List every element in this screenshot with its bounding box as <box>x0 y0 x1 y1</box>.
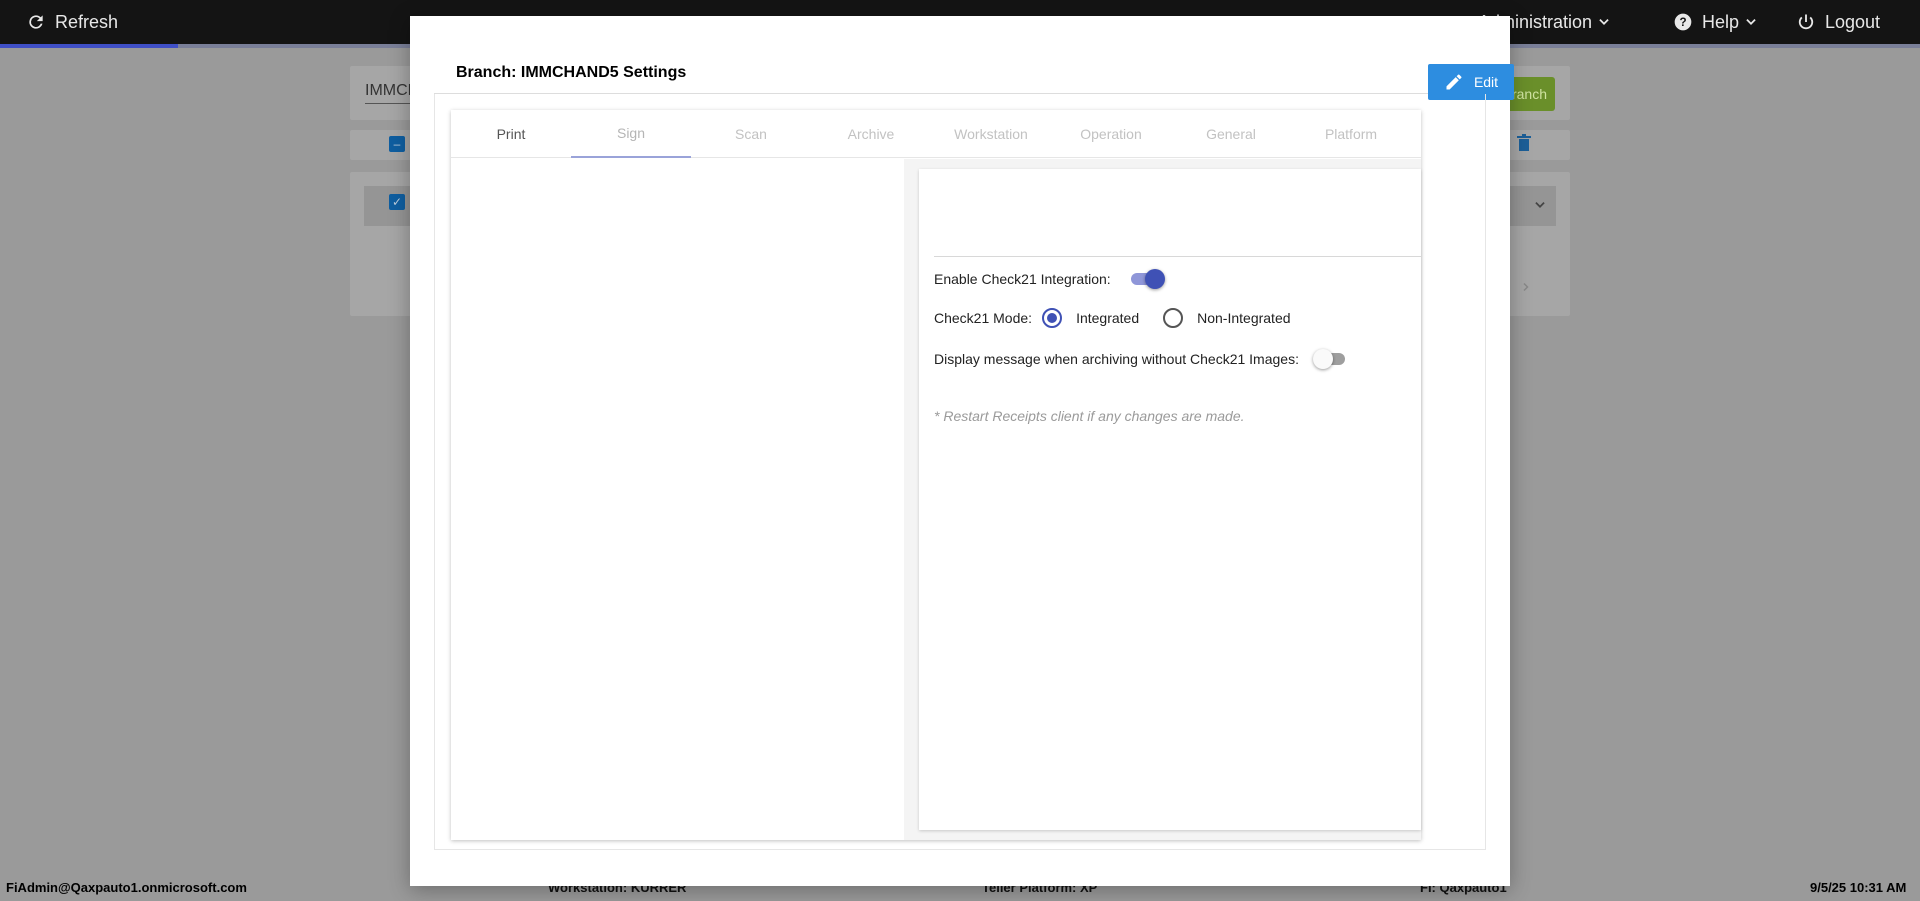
help-menu[interactable]: ? Help <box>1673 0 1758 44</box>
select-all-checkbox[interactable]: – <box>389 136 405 152</box>
radio-circle <box>1163 308 1184 328</box>
row-checkbox[interactable]: ✓ <box>389 194 405 210</box>
radio-integrated-label: Integrated <box>1076 310 1140 326</box>
radio-non-integrated-label: Non-Integrated <box>1197 310 1291 326</box>
logout-button[interactable]: Logout <box>1796 0 1880 44</box>
check21-mode-row: Check21 Mode: Integrated Non-Integrated <box>934 308 1291 328</box>
divider <box>934 256 1421 257</box>
toggle-knob <box>1312 349 1333 369</box>
tab-scan[interactable]: Scan <box>691 110 811 158</box>
chevron-down-icon <box>1746 19 1756 25</box>
help-label: Help <box>1702 11 1740 32</box>
tab-sign[interactable]: Sign <box>571 110 691 158</box>
delete-icon[interactable] <box>1517 134 1531 152</box>
settings-left-pane <box>451 159 904 840</box>
refresh-icon <box>29 15 43 29</box>
edit-label: Edit <box>1473 74 1499 90</box>
settings-right-area: Enable Check21 Integration: Check21 Mode… <box>904 159 1421 840</box>
restart-note: * Restart Receipts client if any changes… <box>934 408 1245 424</box>
footer-user: FiAdmin@Qaxpauto1.onmicrosoft.com <box>6 880 247 895</box>
enable-check21-label: Enable Check21 Integration: <box>934 271 1111 287</box>
chevron-right-icon[interactable] <box>1520 280 1532 294</box>
power-icon <box>1798 14 1814 30</box>
chevron-down-icon <box>1599 19 1609 25</box>
check21-settings-panel: Enable Check21 Integration: Check21 Mode… <box>919 169 1421 830</box>
enable-check21-toggle[interactable] <box>1129 269 1165 289</box>
dialog-body: Print Sign Scan Archive Workstation Oper… <box>434 94 1486 850</box>
settings-tabs: Print Sign Scan Archive Workstation Oper… <box>451 110 1421 158</box>
svg-text:?: ? <box>1679 16 1686 29</box>
pencil-icon <box>1446 74 1462 90</box>
branch-settings-dialog: Branch: IMMCHAND5 Settings Edit Print Si… <box>410 16 1514 886</box>
tab-general[interactable]: General <box>1171 110 1291 158</box>
toggle-knob <box>1144 269 1165 289</box>
refresh-button[interactable]: Refresh <box>26 0 118 44</box>
tab-workstation[interactable]: Workstation <box>931 110 1051 158</box>
logout-label: Logout <box>1825 11 1881 32</box>
tab-operation[interactable]: Operation <box>1051 110 1171 158</box>
footer-datetime: 9/5/25 10:31 AM <box>1810 880 1907 895</box>
dialog-header: Branch: IMMCHAND5 Settings Edit <box>434 40 1514 100</box>
refresh-label: Refresh <box>55 11 119 32</box>
settings-card: Print Sign Scan Archive Workstation Oper… <box>451 110 1421 840</box>
branch-search-input[interactable]: IMMCHAND5 <box>365 82 410 104</box>
display-message-toggle[interactable] <box>1312 349 1349 369</box>
radio-circle <box>1042 308 1063 328</box>
radio-integrated[interactable]: Integrated <box>1042 308 1139 328</box>
radio-non-integrated[interactable]: Non-Integrated <box>1163 308 1291 328</box>
dialog-title: Branch: IMMCHAND5 Settings <box>456 64 687 81</box>
display-message-row: Display message when archiving without C… <box>934 349 1349 369</box>
check21-mode-label: Check21 Mode: <box>934 310 1033 326</box>
chevron-down-icon[interactable] <box>1533 198 1547 212</box>
progress-fill <box>0 44 178 48</box>
tab-platform[interactable]: Platform <box>1291 110 1411 158</box>
enable-check21-row: Enable Check21 Integration: <box>934 269 1165 289</box>
tab-print[interactable]: Print <box>451 110 571 158</box>
display-message-label: Display message when archiving without C… <box>934 351 1299 367</box>
help-icon: ? <box>1674 13 1692 31</box>
tab-archive[interactable]: Archive <box>811 110 931 158</box>
